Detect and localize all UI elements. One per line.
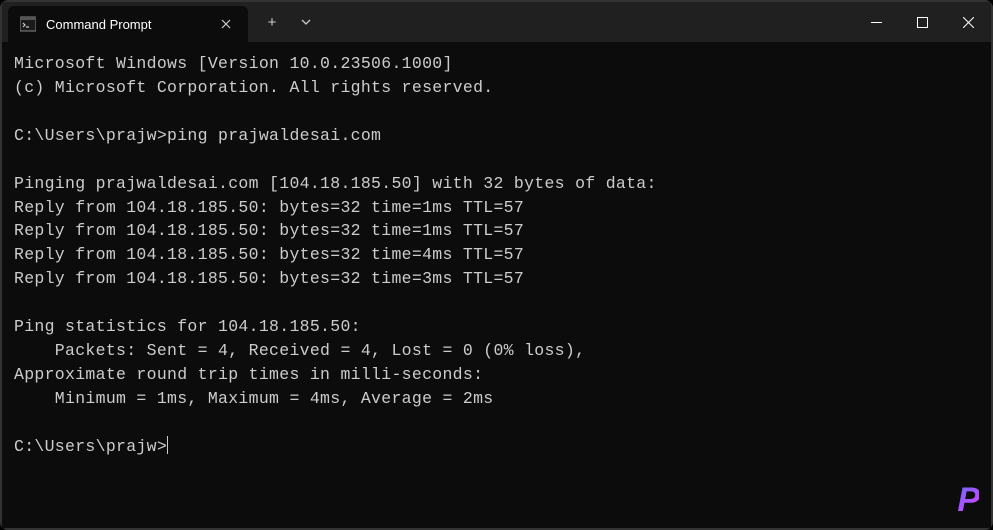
- tab-title: Command Prompt: [46, 17, 206, 32]
- terminal-output[interactable]: Microsoft Windows [Version 10.0.23506.10…: [2, 42, 991, 528]
- minimize-button[interactable]: [853, 2, 899, 42]
- close-tab-button[interactable]: [216, 14, 236, 34]
- terminal-line: (c) Microsoft Corporation. All rights re…: [14, 76, 979, 100]
- prompt: C:\Users\prajw>: [14, 437, 167, 456]
- maximize-button[interactable]: [899, 2, 945, 42]
- terminal-line: Approximate round trip times in milli-se…: [14, 363, 979, 387]
- terminal-line: [14, 100, 979, 124]
- terminal-line: Reply from 104.18.185.50: bytes=32 time=…: [14, 219, 979, 243]
- tab-actions: +: [248, 2, 322, 42]
- terminal-line: Reply from 104.18.185.50: bytes=32 time=…: [14, 243, 979, 267]
- terminal-line: Reply from 104.18.185.50: bytes=32 time=…: [14, 267, 979, 291]
- terminal-line: C:\Users\prajw>ping prajwaldesai.com: [14, 124, 979, 148]
- terminal-line: Minimum = 1ms, Maximum = 4ms, Average = …: [14, 387, 979, 411]
- close-window-button[interactable]: [945, 2, 991, 42]
- window-controls: [853, 2, 991, 42]
- terminal-line: Pinging prajwaldesai.com [104.18.185.50]…: [14, 172, 979, 196]
- watermark-logo: P: [957, 481, 979, 520]
- active-tab[interactable]: Command Prompt: [8, 6, 248, 42]
- terminal-line: [14, 291, 979, 315]
- titlebar: Command Prompt +: [2, 2, 991, 42]
- cmd-icon: [20, 16, 36, 32]
- terminal-line: [14, 411, 979, 435]
- terminal-line: [14, 148, 979, 172]
- new-tab-button[interactable]: +: [256, 6, 288, 38]
- terminal-lines: Microsoft Windows [Version 10.0.23506.10…: [14, 52, 979, 435]
- terminal-line: Packets: Sent = 4, Received = 4, Lost = …: [14, 339, 979, 363]
- terminal-line: Reply from 104.18.185.50: bytes=32 time=…: [14, 196, 979, 220]
- terminal-line: Ping statistics for 104.18.185.50:: [14, 315, 979, 339]
- terminal-line: Microsoft Windows [Version 10.0.23506.10…: [14, 52, 979, 76]
- titlebar-drag-area[interactable]: [322, 2, 853, 42]
- cursor: [167, 436, 168, 454]
- tab-dropdown-button[interactable]: [290, 6, 322, 38]
